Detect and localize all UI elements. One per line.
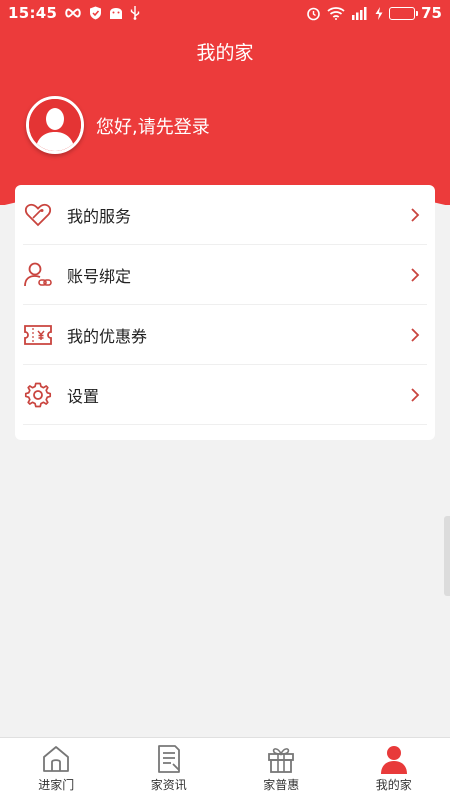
menu-item-label: 账号绑定 [67,266,132,286]
charging-icon [375,6,383,20]
user-link-icon [23,260,53,290]
profile-header: 我的家 您好,请先登录 [0,0,450,205]
android-icon [109,7,123,20]
house-icon [40,744,72,774]
usb-icon [130,6,140,20]
default-avatar-icon [29,99,81,151]
page-title: 我的家 [196,42,254,64]
tab-benefits[interactable]: 家普惠 [225,738,338,800]
infinity-icon [64,8,82,18]
chevron-right-icon [411,267,420,282]
tab-label: 家资讯 [150,778,187,792]
battery-icon [389,6,419,20]
coupon-icon [23,320,53,350]
chevron-right-icon [411,327,420,342]
heart-tag-icon [23,200,53,230]
battery-percent: 75 [421,4,442,22]
gift-icon [265,744,297,774]
menu-card: 我的服务 账号绑定 我的优惠券 设置 [15,185,435,440]
menu-item-my-coupons[interactable]: 我的优惠券 [23,305,427,365]
tab-label: 我的家 [375,778,412,792]
status-bar: 15:45 75 [0,0,450,26]
alarm-icon [306,6,321,21]
menu-item-my-services[interactable]: 我的服务 [23,185,427,245]
tab-home[interactable]: 进家门 [0,738,113,800]
login-prompt[interactable]: 您好,请先登录 [96,113,210,139]
tab-my-home[interactable]: 我的家 [338,738,450,800]
menu-item-account-binding[interactable]: 账号绑定 [23,245,427,305]
tab-news[interactable]: 家资讯 [113,738,226,800]
chevron-right-icon [411,387,420,402]
menu-item-settings[interactable]: 设置 [23,365,427,425]
menu-item-label: 设置 [67,386,100,406]
news-icon [153,744,185,774]
menu-item-label: 我的服务 [67,206,132,226]
bottom-nav: 进家门 家资讯 家普惠 我的家 [0,737,450,800]
signal-icon [351,6,369,20]
edge-drag-handle[interactable] [444,516,450,596]
menu-item-label: 我的优惠券 [67,326,148,346]
gear-icon [23,380,53,410]
tab-label: 家普惠 [263,778,300,792]
shield-icon [89,6,102,20]
status-time: 15:45 [8,4,58,22]
wifi-icon [327,6,345,20]
person-icon [378,744,410,774]
tab-label: 进家门 [38,778,75,792]
chevron-right-icon [411,207,420,222]
avatar[interactable] [26,96,84,154]
